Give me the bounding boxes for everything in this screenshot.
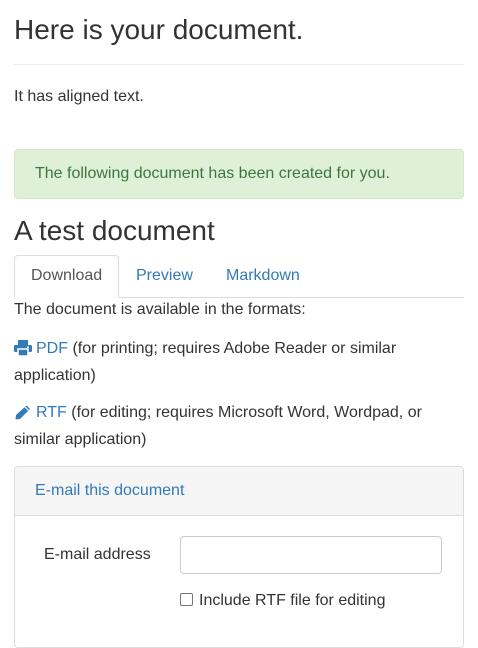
rtf-link[interactable]: RTF — [14, 404, 67, 421]
format-item-pdf: PDF (for printing; requires Adobe Reader… — [14, 337, 454, 388]
success-alert: The following document has been created … — [14, 149, 464, 199]
rtf-link-label: RTF — [36, 404, 67, 421]
document-title: A test document — [14, 215, 215, 246]
tab-markdown[interactable]: Markdown — [210, 255, 316, 297]
tab-download[interactable]: Download — [14, 255, 119, 298]
page-title: Here is your document. — [14, 14, 304, 45]
available-formats-text: The document is available in the formats… — [14, 301, 306, 318]
intro-text: It has aligned text. — [14, 88, 144, 105]
email-address-input[interactable] — [180, 536, 442, 574]
printer-icon — [14, 340, 32, 364]
rtf-description: (for editing; requires Microsoft Word, W… — [14, 404, 422, 448]
email-document-link[interactable]: E-mail this document — [35, 481, 184, 501]
include-rtf-row: Include RTF file for editing — [180, 591, 385, 611]
email-panel: E-mail this document E-mail address Incl… — [14, 466, 464, 648]
email-address-label: E-mail address — [44, 546, 151, 563]
tab-preview[interactable]: Preview — [120, 255, 209, 297]
format-item-rtf: RTF (for editing; requires Microsoft Wor… — [14, 401, 454, 452]
email-panel-heading: E-mail this document — [15, 467, 463, 516]
include-rtf-checkbox[interactable] — [180, 593, 193, 606]
include-rtf-label[interactable]: Include RTF file for editing — [199, 592, 385, 609]
pdf-link[interactable]: PDF — [14, 340, 68, 357]
document-tabs: Download Preview Markdown — [14, 255, 464, 298]
alert-text: The following document has been created … — [35, 165, 390, 182]
pdf-link-label: PDF — [36, 340, 68, 357]
divider — [14, 64, 464, 65]
pencil-icon — [14, 404, 32, 428]
pdf-description: (for printing; requires Adobe Reader or … — [14, 340, 397, 384]
